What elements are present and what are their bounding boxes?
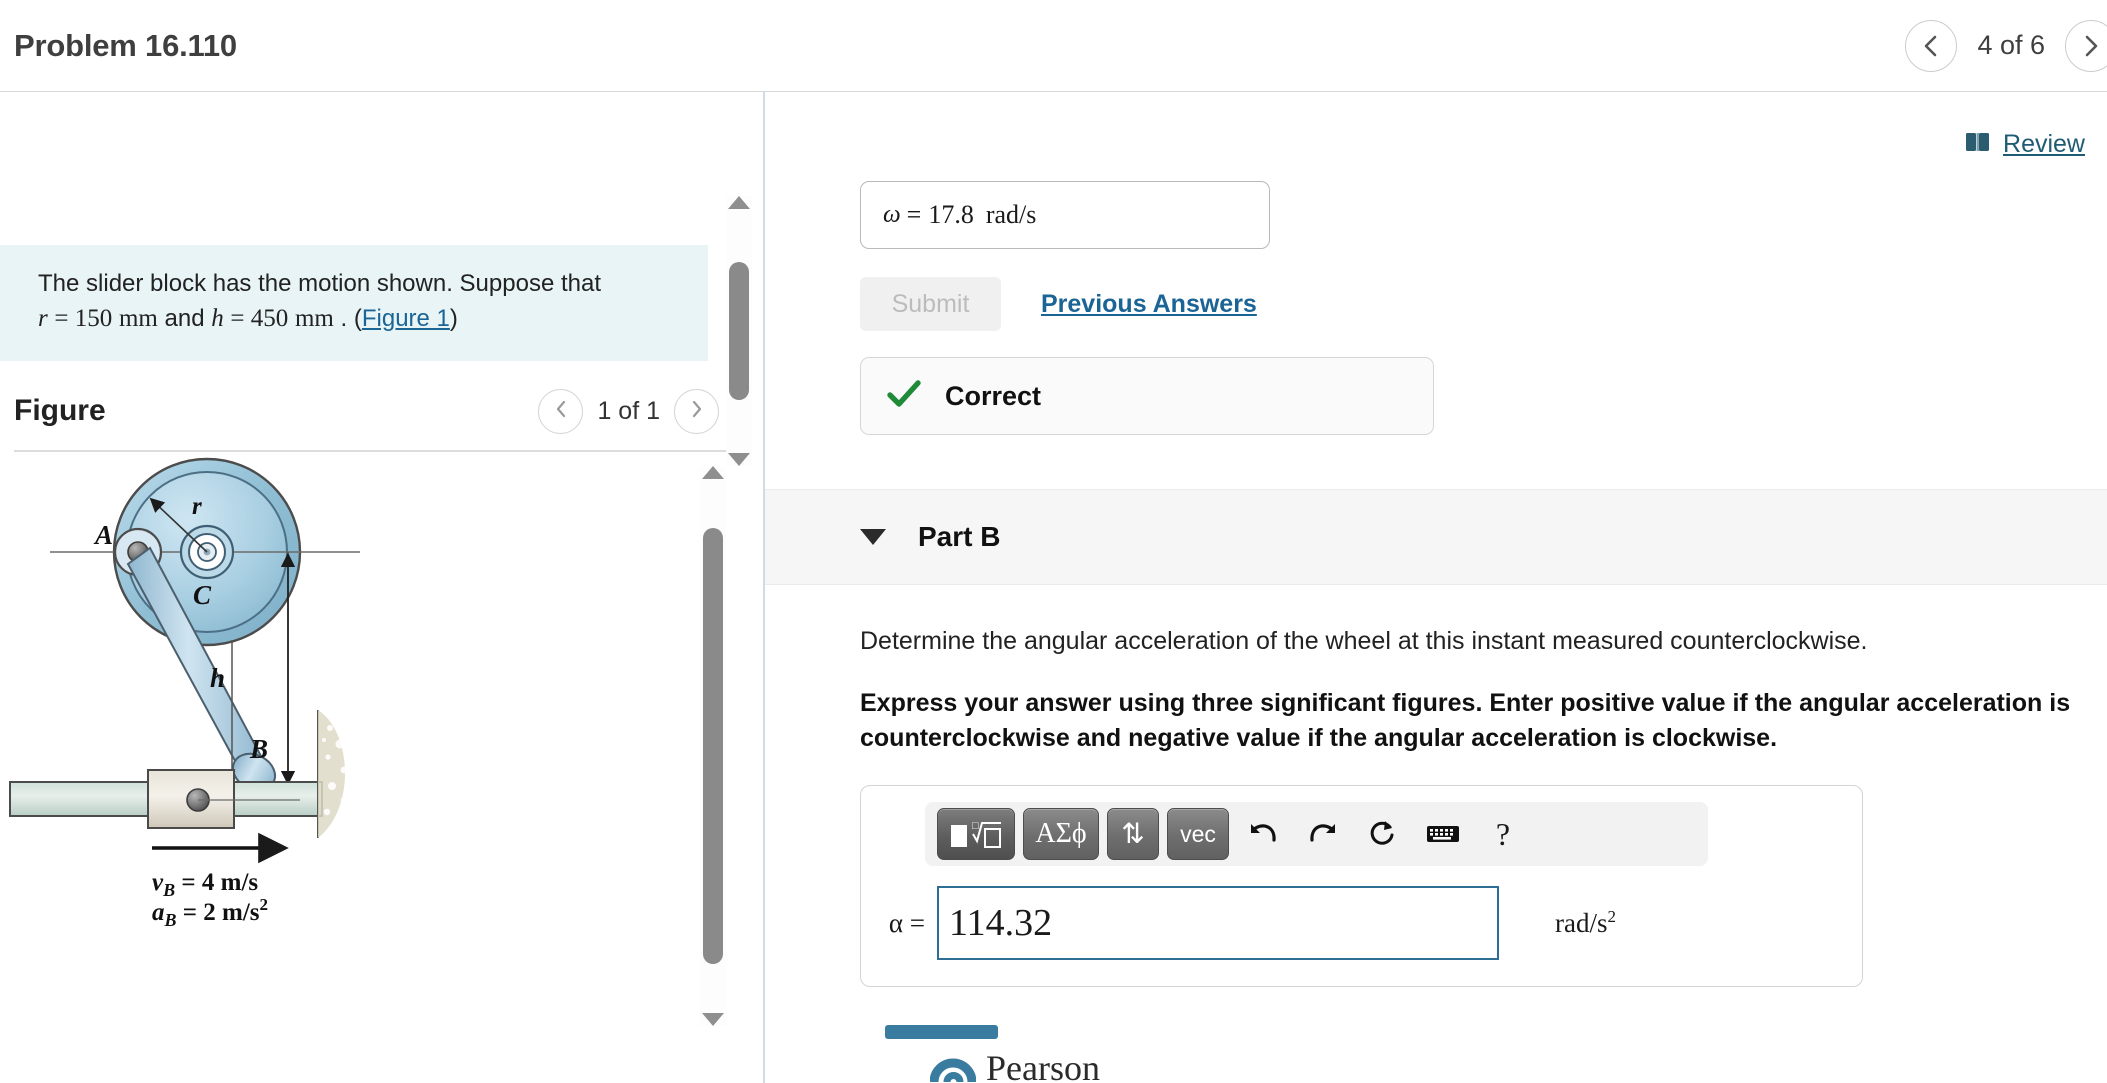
previous-answers-link[interactable]: Previous Answers bbox=[1041, 290, 1257, 319]
submit-row: Submit Previous Answers bbox=[860, 277, 2107, 331]
greek-button[interactable]: ΑΣϕ bbox=[1023, 808, 1099, 860]
figure-label-h: h bbox=[210, 663, 225, 693]
h-equation: = 450 bbox=[230, 305, 289, 333]
problem-pager: 4 of 6 bbox=[1905, 19, 2107, 72]
scroll-down-arrow-icon[interactable] bbox=[702, 1013, 724, 1026]
review-row: Review bbox=[860, 130, 2107, 159]
left-panel: The slider block has the motion shown. S… bbox=[0, 92, 765, 1083]
equals-sign: = bbox=[906, 200, 922, 229]
footer-accent-bar bbox=[885, 1025, 998, 1039]
mechanism-figure: r A h B C vB = 4 m/s aB = 2 m/s2 bbox=[9, 457, 360, 930]
template-button[interactable]: □ bbox=[937, 808, 1015, 860]
right-panel: Review ω = 17.8 rad/s Submit Previous An… bbox=[765, 92, 2107, 1083]
figure-label-vB: vB = 4 m/s bbox=[152, 869, 258, 900]
pearson-logo-icon bbox=[929, 1042, 977, 1083]
unit-numerator: rad bbox=[985, 200, 1020, 229]
redo-button[interactable] bbox=[1297, 808, 1349, 860]
part-b-question: Determine the angular acceleration of th… bbox=[860, 627, 1868, 655]
part-a-unit: rad/s bbox=[985, 200, 1037, 229]
problem-page: Problem 16.110 4 of 6 The slider block h… bbox=[0, 0, 2107, 1083]
figure-label-B: B bbox=[249, 734, 268, 764]
previous-problem-button[interactable] bbox=[1905, 19, 1958, 72]
answer-row: α = rad/s2 bbox=[879, 886, 1844, 960]
math-toolbar: □ ΑΣϕ ⇅ vec ? bbox=[925, 802, 1708, 866]
units-exponent: 2 bbox=[1607, 907, 1617, 926]
help-button[interactable]: ? bbox=[1477, 808, 1529, 860]
book-icon bbox=[1965, 131, 1991, 158]
units-denominator: s bbox=[1597, 908, 1608, 938]
part-b-title: Part B bbox=[918, 521, 1001, 552]
scroll-up-arrow-icon[interactable] bbox=[702, 466, 724, 479]
reset-button[interactable] bbox=[1357, 808, 1409, 860]
chevron-right-icon bbox=[2080, 33, 2102, 59]
statement-pane: The slider block has the motion shown. S… bbox=[0, 92, 763, 466]
status-badge: Correct bbox=[945, 380, 1042, 411]
figure-scrollbar[interactable] bbox=[700, 466, 726, 1026]
undo-button[interactable] bbox=[1237, 808, 1289, 860]
correct-status-box: Correct bbox=[860, 357, 1434, 435]
alpha-label: α = bbox=[888, 907, 925, 938]
next-figure-button[interactable] bbox=[674, 388, 719, 434]
figure-title: Figure bbox=[14, 394, 106, 427]
r-symbol: r bbox=[38, 305, 48, 333]
answer-units: rad/s2 bbox=[1555, 907, 1617, 938]
chevron-left-icon bbox=[552, 398, 570, 425]
previous-figure-button[interactable] bbox=[538, 388, 584, 434]
figure-label-r: r bbox=[192, 493, 202, 520]
scroll-up-arrow-icon[interactable] bbox=[728, 196, 750, 209]
pearson-wordmark: Pearson bbox=[986, 1048, 1100, 1083]
units-numerator: rad bbox=[1555, 908, 1590, 938]
page-header: Problem 16.110 4 of 6 bbox=[0, 0, 2107, 92]
r-unit: mm bbox=[118, 305, 158, 333]
figure-1-link[interactable]: Figure 1 bbox=[362, 305, 450, 332]
part-b-answer-panel: □ ΑΣϕ ⇅ vec ? α = 114.32 rad/s2 bbox=[860, 785, 1863, 987]
figure-label-A: A bbox=[93, 520, 113, 550]
unit-denominator: s bbox=[1026, 200, 1037, 229]
statement-line-1: The slider block has the motion shown. S… bbox=[38, 270, 601, 297]
figure-pager-label: 1 of 1 bbox=[597, 396, 660, 425]
h-unit: mm bbox=[294, 305, 334, 333]
part-b-instruction: Express your answer using three signific… bbox=[860, 689, 2071, 752]
part-b-header[interactable]: Part B bbox=[765, 489, 2107, 585]
page-title: Problem 16.110 bbox=[14, 27, 237, 63]
submit-button[interactable]: Submit bbox=[860, 277, 1001, 331]
r-equation: = 150 bbox=[54, 305, 113, 333]
svg-text:□: □ bbox=[972, 820, 979, 832]
problem-pager-label: 4 of 6 bbox=[1977, 30, 2045, 60]
chevron-left-icon bbox=[1920, 33, 1942, 59]
part-a-answer-display: ω = 17.8 rad/s bbox=[860, 181, 1270, 249]
figure-label-aB: aB = 2 m/s2 bbox=[152, 895, 268, 930]
page-body: The slider block has the motion shown. S… bbox=[0, 92, 2107, 1083]
close-paren: ) bbox=[449, 305, 458, 333]
conjunction: and bbox=[164, 305, 205, 333]
chevron-right-icon bbox=[688, 398, 706, 425]
check-icon bbox=[887, 379, 921, 413]
review-link[interactable]: Review bbox=[2003, 130, 2085, 159]
figure-label-C: C bbox=[193, 580, 212, 610]
statement-period: . bbox=[340, 305, 348, 333]
figure-pager: 1 of 1 bbox=[538, 388, 719, 434]
figure-pane: r A h B C vB = 4 m/s aB = 2 m/s2 bbox=[0, 452, 763, 1082]
open-paren: ( bbox=[353, 305, 362, 333]
pearson-logo: Pearson bbox=[929, 1042, 1100, 1083]
answer-input[interactable] bbox=[937, 886, 1499, 960]
part-a-value: 17.8 bbox=[928, 200, 974, 229]
vector-button[interactable]: vec bbox=[1167, 808, 1229, 860]
next-problem-button[interactable] bbox=[2065, 19, 2107, 72]
scrollbar-thumb[interactable] bbox=[703, 528, 723, 964]
caret-down-icon[interactable] bbox=[860, 529, 886, 545]
h-symbol: h bbox=[211, 305, 224, 333]
problem-statement: The slider block has the motion shown. S… bbox=[0, 245, 708, 361]
figure-header: Figure 1 of 1 bbox=[0, 372, 763, 450]
keyboard-button[interactable] bbox=[1417, 808, 1469, 860]
updown-button[interactable]: ⇅ bbox=[1107, 808, 1159, 860]
omega-symbol: ω bbox=[883, 201, 901, 228]
